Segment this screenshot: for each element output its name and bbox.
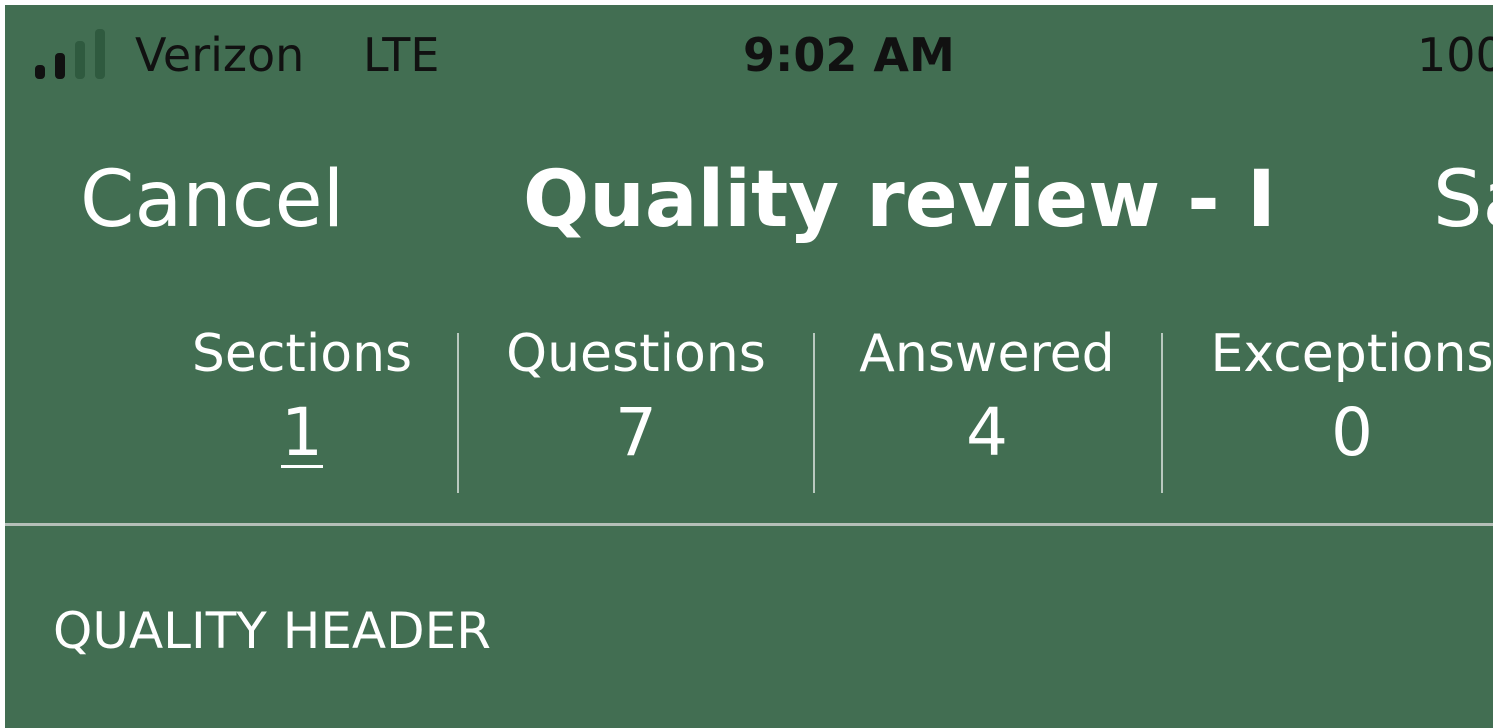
stat-label: Sections	[191, 324, 413, 384]
stat-label: Exceptions	[1210, 324, 1493, 384]
save-button[interactable]: Sa	[1433, 155, 1493, 245]
signal-strength-icon	[35, 27, 115, 79]
page-title: Quality review - I	[523, 155, 1276, 245]
signal-bar-3	[75, 41, 85, 79]
app-screen: Verizon LTE 9:02 AM 100 Cancel Quality r…	[5, 5, 1493, 728]
stat-divider	[813, 333, 815, 493]
section-header: QUALITY HEADER	[53, 602, 491, 660]
status-bar: Verizon LTE 9:02 AM 100	[5, 5, 1493, 105]
carrier-name: Verizon	[135, 28, 305, 82]
stat-answered: Answered 4	[837, 321, 1137, 473]
stat-divider	[457, 333, 459, 493]
status-time: 9:02 AM	[743, 28, 955, 82]
network-type: LTE	[363, 28, 440, 82]
signal-bar-4	[95, 29, 105, 79]
stat-sections: Sections 1	[167, 321, 437, 473]
signal-bar-2	[55, 53, 65, 79]
stat-label: Answered	[859, 324, 1115, 384]
stat-label: Questions	[506, 324, 766, 384]
stat-exceptions: Exceptions 0	[1187, 321, 1493, 473]
stat-value: 4	[966, 394, 1008, 471]
stat-divider	[1161, 333, 1163, 493]
sections-count-link[interactable]: 1	[167, 393, 437, 473]
section-divider	[5, 523, 1493, 526]
signal-bar-1	[35, 65, 45, 79]
stat-value: 0	[1331, 394, 1373, 471]
cancel-button[interactable]: Cancel	[80, 155, 344, 245]
battery-percentage: 100	[1417, 28, 1493, 82]
stat-value: 7	[615, 394, 657, 471]
stat-questions: Questions 7	[483, 321, 789, 473]
